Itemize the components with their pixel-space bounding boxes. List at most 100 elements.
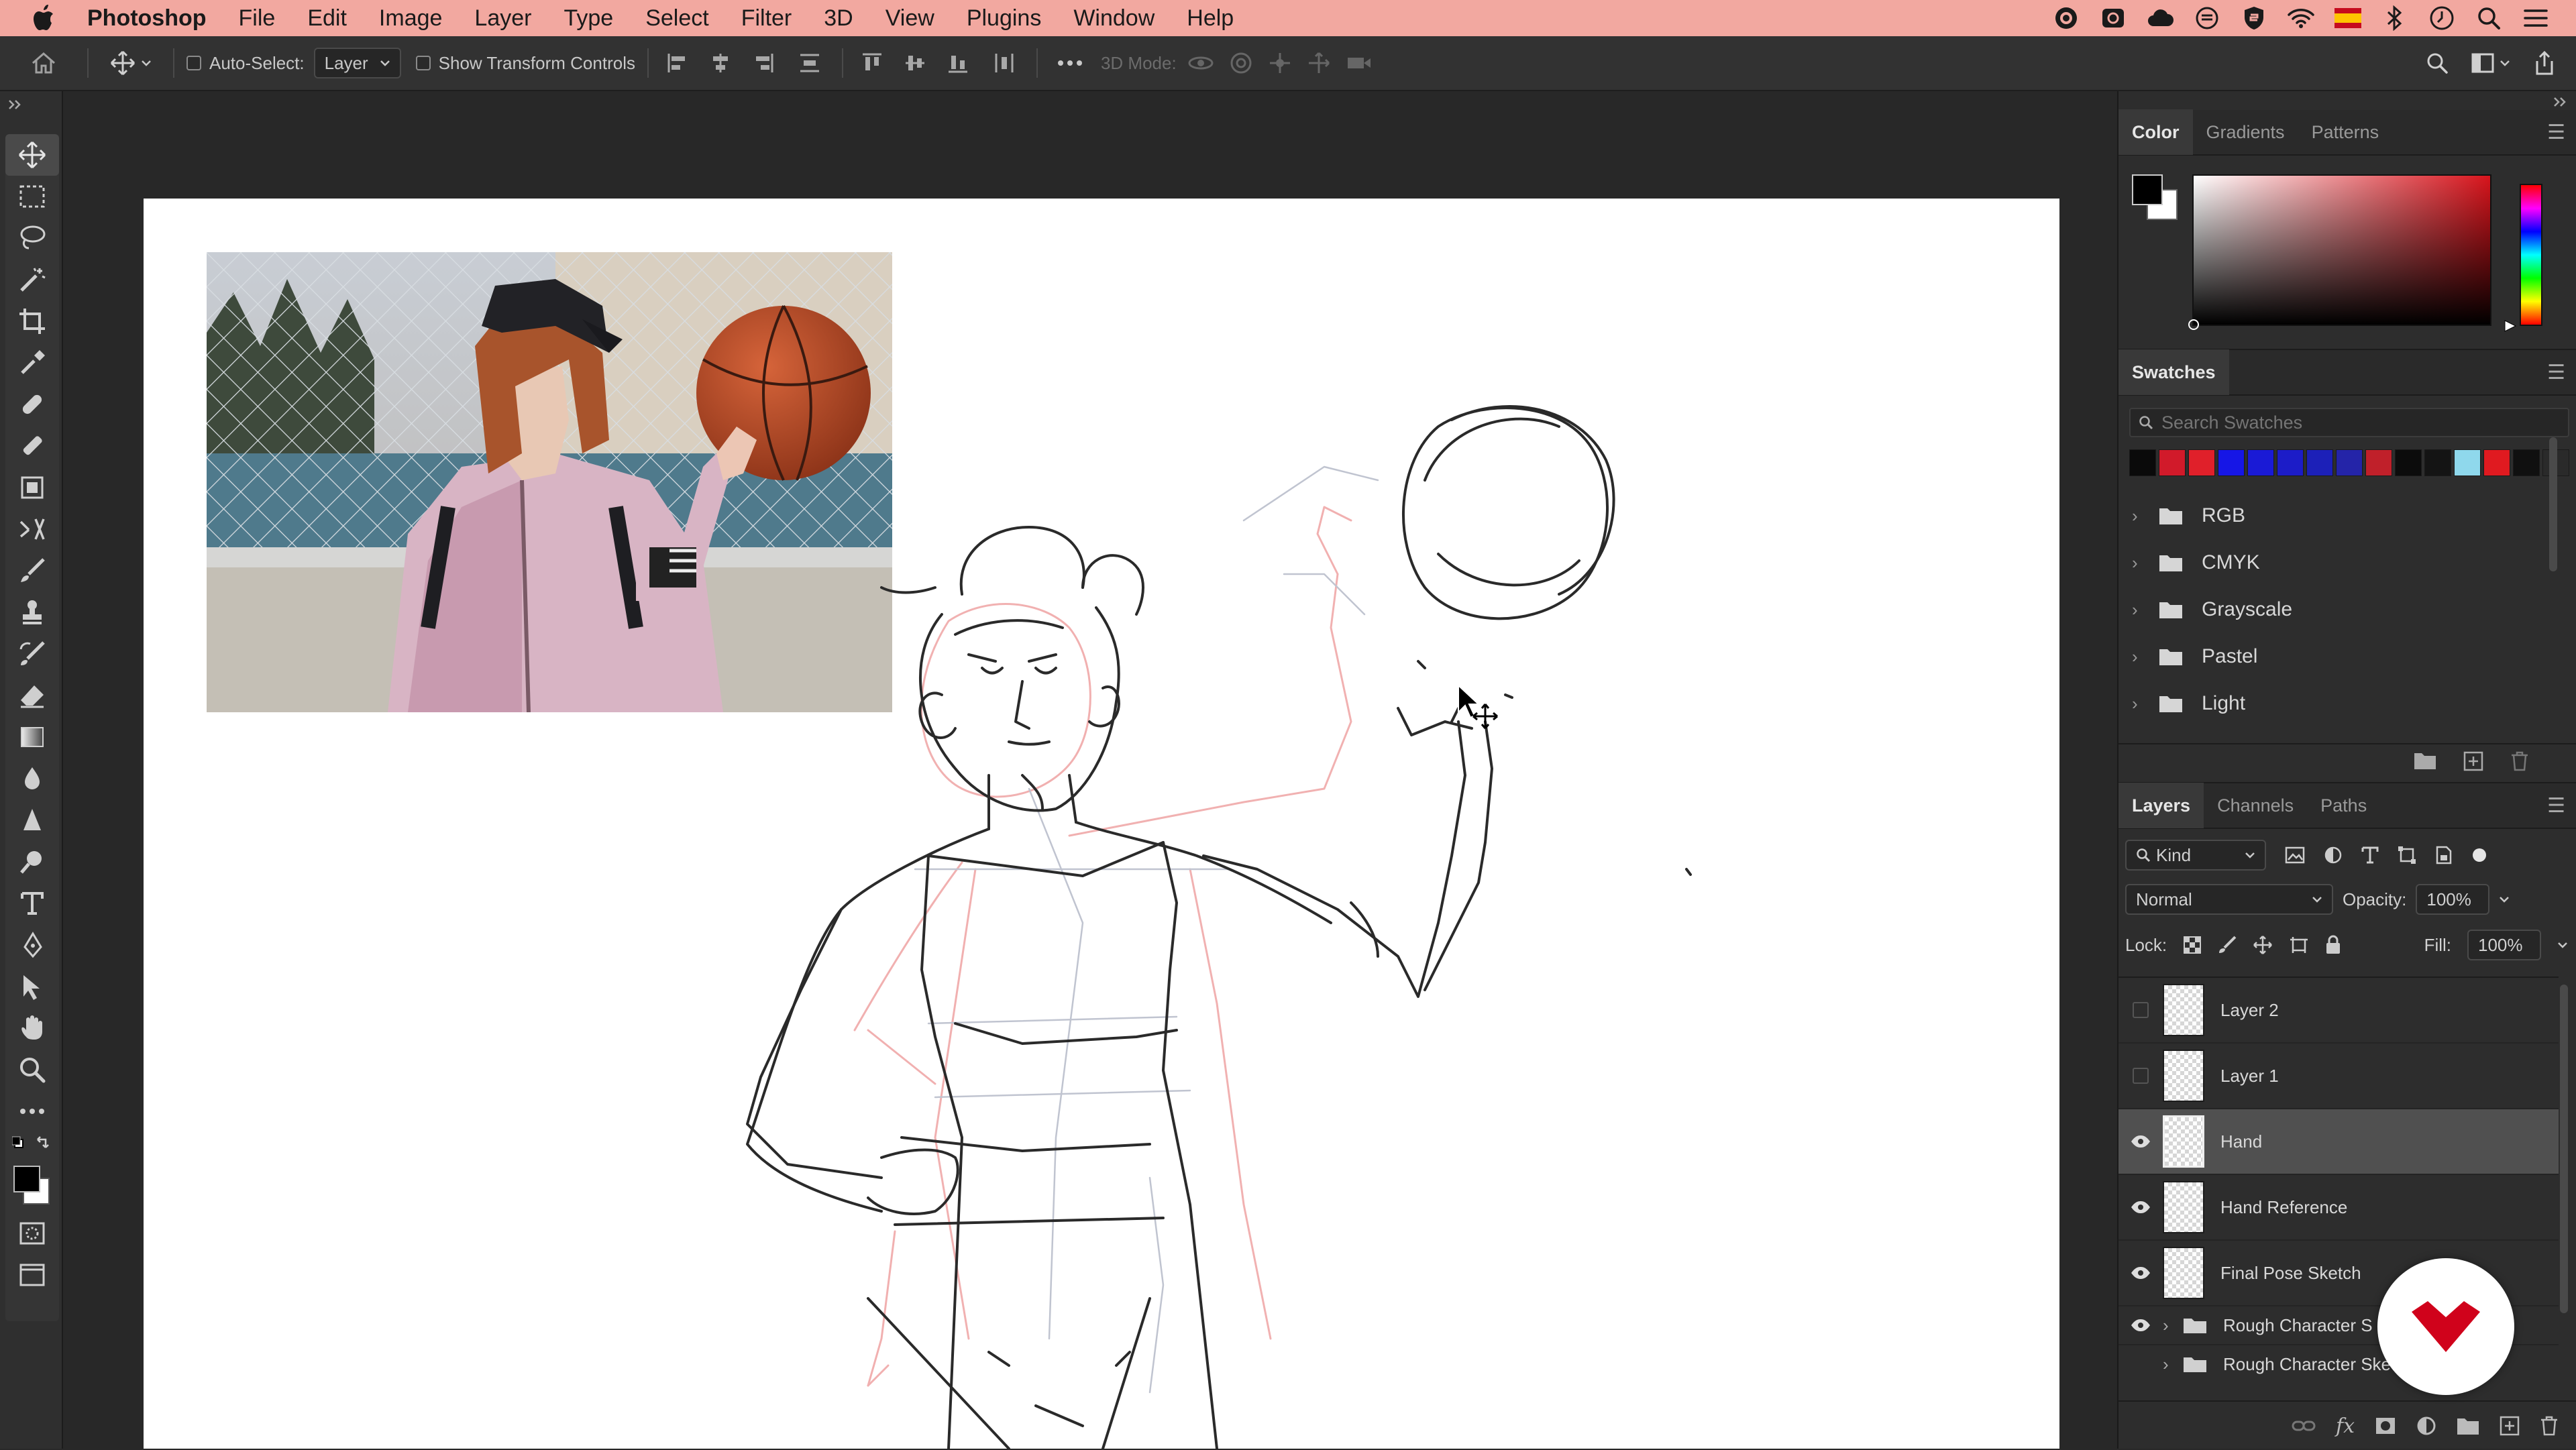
crop-tool-button[interactable] [5, 300, 59, 342]
move-tool-button[interactable] [5, 134, 59, 176]
creative-cloud-icon[interactable] [2053, 5, 2080, 32]
marquee-tool-button[interactable] [5, 176, 59, 217]
cloud-sync-icon[interactable] [2147, 5, 2174, 32]
distribute-vertical-icon[interactable] [790, 43, 830, 83]
menu-select[interactable]: Select [629, 5, 725, 32]
type-filter-icon[interactable] [2361, 846, 2379, 865]
fg-bg-color-picker[interactable] [2132, 174, 2179, 221]
lock-position-icon[interactable] [2253, 935, 2273, 955]
tab-swatches[interactable]: Swatches [2118, 349, 2229, 395]
tool-preset-picker[interactable] [101, 43, 161, 83]
scale-3d-icon[interactable] [1346, 43, 1373, 83]
align-bottom-edges-icon[interactable] [941, 43, 975, 83]
quick-mask-button[interactable] [5, 1213, 59, 1254]
swatch-0[interactable] [2129, 449, 2156, 476]
align-left-edges-icon[interactable] [661, 43, 694, 83]
screen-mode-button[interactable] [5, 1254, 59, 1296]
blend-mode-dropdown[interactable]: Normal [2125, 884, 2333, 915]
auto-select-check[interactable] [186, 56, 201, 70]
swatch-6[interactable] [2306, 449, 2333, 476]
swatch-5[interactable] [2277, 449, 2304, 476]
screen-recorder-icon[interactable] [2100, 5, 2127, 32]
swatch-3[interactable] [2218, 449, 2245, 476]
swatch-folder-light[interactable]: › Light [2118, 680, 2561, 727]
swatch-10[interactable] [2424, 449, 2451, 476]
auto-select-dropdown[interactable]: Layer [313, 48, 401, 78]
auto-select-checkbox[interactable]: Auto-Select: [186, 43, 314, 83]
bluetooth-icon[interactable] [2381, 5, 2408, 32]
tab-gradients[interactable]: Gradients [2193, 109, 2298, 155]
layers-scrollbar[interactable] [2560, 985, 2568, 1313]
tab-paths[interactable]: Paths [2307, 783, 2380, 828]
magic-wand-tool-button[interactable] [5, 259, 59, 300]
swatch-1[interactable] [2159, 449, 2186, 476]
layer-row[interactable]: Hand Reference [2118, 1175, 2559, 1241]
filter-kind-dropdown[interactable]: Kind [2125, 840, 2266, 871]
visibility-toggle[interactable] [2118, 1002, 2163, 1018]
hue-slider-handle[interactable] [2504, 319, 2517, 333]
type-tool-button[interactable] [5, 883, 59, 924]
layer-row[interactable]: Layer 1 [2118, 1044, 2559, 1109]
sharpen-tool-button[interactable] [5, 799, 59, 841]
brush-tool-button[interactable] [5, 425, 59, 467]
edit-toolbar-button[interactable] [5, 1091, 59, 1132]
input-source-flag-icon[interactable] [2334, 5, 2361, 32]
eyedropper-tool-button[interactable] [5, 342, 59, 384]
pixel-layer-filter-icon[interactable] [2285, 846, 2305, 864]
distribute-horizontal-icon[interactable] [984, 43, 1024, 83]
show-transform-check[interactable] [415, 56, 431, 70]
show-transform-controls-checkbox[interactable]: Show Transform Controls [401, 43, 635, 83]
align-horizontal-centers-icon[interactable] [704, 43, 737, 83]
collapse-panels-icon[interactable] [2553, 97, 2567, 107]
pen-tool-button[interactable] [5, 924, 59, 966]
orbit-3d-icon[interactable] [1187, 43, 1214, 83]
visibility-toggle[interactable] [2118, 1201, 2163, 1214]
lasso-tool-button[interactable] [5, 217, 59, 259]
home-button[interactable] [0, 43, 87, 83]
swatches-scrollbar[interactable] [2549, 437, 2557, 571]
menu-type[interactable]: Type [547, 5, 629, 32]
swatch-2[interactable] [2188, 449, 2215, 476]
paintbrush-tool-button[interactable] [5, 550, 59, 592]
swatch-8[interactable] [2365, 449, 2392, 476]
blur-tool-button[interactable] [5, 758, 59, 799]
chevron-right-icon[interactable]: › [2163, 1354, 2183, 1375]
swatch-folder-rgb[interactable]: › RGB [2118, 492, 2561, 539]
tab-layers[interactable]: Layers [2118, 783, 2204, 828]
shape-filter-icon[interactable] [2398, 846, 2416, 865]
healing-brush-tool-button[interactable] [5, 384, 59, 425]
default-colors-swap-icon[interactable] [5, 1132, 59, 1159]
gradient-tool-button[interactable] [5, 716, 59, 758]
color-picker-handle[interactable] [2188, 319, 2199, 330]
wifi-icon[interactable] [2288, 5, 2314, 32]
spotlight-search-icon[interactable] [2475, 5, 2502, 32]
new-layer-icon[interactable] [2500, 1416, 2520, 1436]
delete-icon[interactable] [2510, 751, 2529, 771]
panel-menu-icon[interactable]: ☰ [2547, 361, 2576, 384]
visibility-toggle[interactable] [2118, 1319, 2163, 1332]
chevron-right-icon[interactable]: › [2163, 1315, 2183, 1336]
search-icon[interactable] [2420, 43, 2454, 83]
add-mask-icon[interactable] [2375, 1416, 2396, 1435]
align-vertical-centers-icon[interactable] [898, 43, 932, 83]
clone-stamp-tool-button[interactable] [5, 592, 59, 633]
visibility-toggle[interactable] [2118, 1266, 2163, 1280]
swatch-12[interactable] [2483, 449, 2510, 476]
menu-edit[interactable]: Edit [291, 5, 363, 32]
tab-color[interactable]: Color [2118, 109, 2193, 155]
menu-image[interactable]: Image [363, 5, 459, 32]
foreground-color-swatch[interactable] [13, 1166, 40, 1192]
swatch-folder-pastel[interactable]: › Pastel [2118, 633, 2561, 680]
apple-icon[interactable] [0, 5, 87, 32]
smart-object-filter-icon[interactable] [2435, 846, 2453, 865]
swatch-13[interactable] [2513, 449, 2540, 476]
panel-menu-icon[interactable]: ☰ [2547, 121, 2576, 144]
collapse-panel-icon[interactable] [8, 99, 21, 110]
menu-layer[interactable]: Layer [458, 5, 547, 32]
pan-3d-icon[interactable] [1268, 43, 1292, 83]
sketch-drawing[interactable] [144, 199, 2059, 1449]
lock-all-icon[interactable] [2325, 935, 2341, 955]
path-selection-tool-button[interactable] [5, 966, 59, 1007]
lock-artboard-icon[interactable] [2289, 936, 2309, 954]
menu-extra-icon[interactable] [2194, 5, 2220, 32]
